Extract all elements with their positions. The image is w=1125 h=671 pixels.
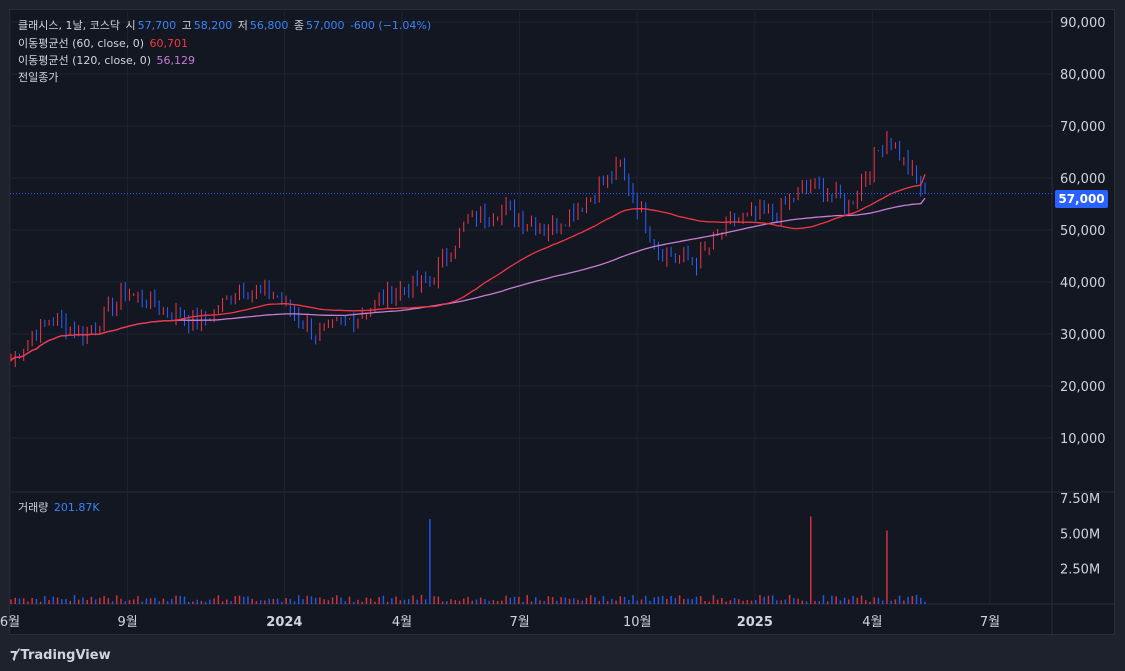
price-tick-label: 40,000: [1060, 276, 1106, 291]
volume-tick-label: 2.50M: [1060, 563, 1100, 578]
price-tick-label: 20,000: [1060, 380, 1106, 395]
time-tick-label: 2025: [737, 615, 773, 630]
legend-symbol[interactable]: 클래시스, 1날, 코스닥: [18, 19, 120, 32]
volume-tick-label: 5.00M: [1060, 527, 1100, 542]
legend-volume-row[interactable]: 거래량 201.87K: [18, 500, 102, 516]
legend-ma60-row[interactable]: 이동평균선 (60, close, 0) 60,701: [18, 36, 190, 52]
tradingview-wordmark: TradingView: [20, 647, 111, 663]
legend-low-value: 56,800: [249, 19, 289, 32]
volume-axis: 2.50M 5.00M 7.50M: [1060, 492, 1100, 578]
legend-high-label: 고: [181, 19, 192, 32]
volume-tick-label: 7.50M: [1060, 492, 1100, 507]
candlesticks: [10, 130, 926, 368]
legend-volume-value: 201.87K: [53, 501, 100, 514]
legend-close-label: 종: [293, 19, 304, 32]
time-axis: 6월 9월 2024 4월 7월 10월 2025 4월 7월: [0, 615, 1000, 630]
legend-open-value: 57,700: [137, 19, 177, 32]
price-tick-label: 30,000: [1060, 328, 1106, 343]
time-tick-label: 2024: [266, 615, 302, 630]
legend-close-value: 57,000: [305, 19, 345, 32]
legend-ohlc-row: 클래시스, 1날, 코스닥 시 57,700 고 58,200 저 56,800 종5…: [18, 18, 433, 34]
price-tick-label: 10,000: [1060, 432, 1106, 447]
time-tick-label: 7월: [509, 615, 529, 630]
tradingview-logo[interactable]: ⁊⁄ TradingView: [10, 646, 111, 664]
price-tick-label: 70,000: [1060, 120, 1106, 135]
legend-ma60-label: 이동평균선 (60, close, 0): [18, 37, 144, 50]
last-price-tag: 57,000: [1055, 190, 1108, 208]
ma60-line: [10, 174, 926, 361]
legend-high-value: 58,200: [193, 19, 233, 32]
price-tick-label: 80,000: [1060, 68, 1106, 83]
price-tick-label: 50,000: [1060, 224, 1106, 239]
legend-prev-close-label: 전일종가: [18, 71, 59, 84]
time-tick-label: 4월: [392, 615, 412, 630]
legend-ma120-row[interactable]: 이동평균선 (120, close, 0) 56,129: [18, 53, 197, 69]
time-tick-label: 10월: [623, 615, 652, 630]
time-tick-label: 7월: [980, 615, 1000, 630]
legend-ma60-value: 60,701: [149, 37, 189, 50]
chart-window: 10,000 20,000 30,000 40,000 50,000 60,000 70,0…: [0, 0, 1125, 671]
tradingview-logo-icon: ⁊⁄: [10, 647, 17, 663]
price-tick-label: 60,000: [1060, 172, 1106, 187]
legend-low-label: 저: [237, 19, 248, 32]
time-tick-label: 4월: [862, 615, 882, 630]
volume-bars: [10, 516, 926, 604]
legend-ma120-label: 이동평균선 (120, close, 0): [18, 54, 151, 67]
time-tick-label: 9월: [117, 615, 137, 630]
price-axis: 10,000 20,000 30,000 40,000 50,000 60,000 70,0…: [1060, 16, 1106, 447]
legend-volume-label: 거래량: [18, 501, 49, 514]
price-tick-label: 90,000: [1060, 16, 1106, 31]
legend-open-label: 시: [125, 19, 136, 32]
price-chart[interactable]: 10,000 20,000 30,000 40,000 50,000 60,000 70,0…: [0, 0, 1125, 671]
time-tick-label: 6월: [0, 615, 20, 630]
legend-prev-close-row[interactable]: 전일종가: [18, 70, 60, 86]
legend-ma120-value: 56,129: [156, 54, 196, 67]
legend-change-value: -600 (−1.04%): [349, 19, 432, 32]
